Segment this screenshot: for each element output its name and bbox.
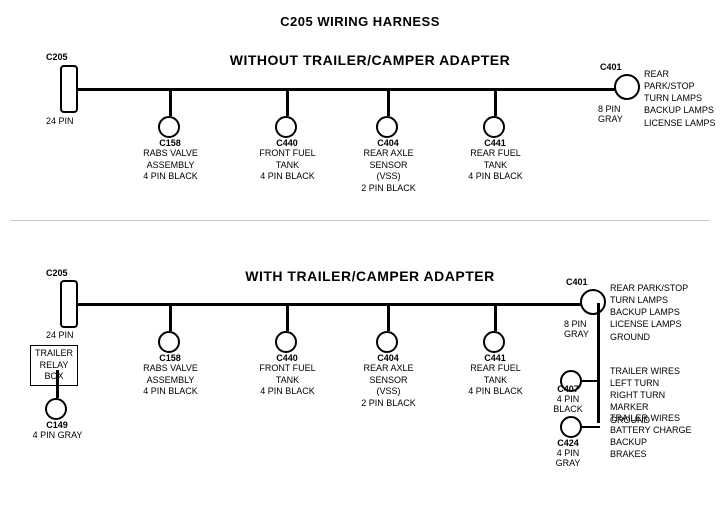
section2-label: WITH TRAILER/CAMPER ADAPTER [100,268,640,284]
c441-desc-s2: REAR FUELTANK4 PIN BLACK [463,363,528,398]
vline-c440-s2 [286,303,289,331]
vline-right-branch [597,303,600,423]
c401-circle-s2 [580,289,606,315]
c205-label-s1: C205 [46,52,68,63]
c149-pin: 4 PIN GRAY [25,430,90,441]
c401-desc-s2: REAR PARK/STOPTURN LAMPSBACKUP LAMPSLICE… [610,282,688,343]
vline-c440-s1 [286,88,289,116]
vline-c158-s1 [169,88,172,116]
c205-rect-s1 [60,65,78,113]
c205-pin-s1: 24 PIN [46,116,74,127]
c149-circle [45,398,67,420]
c404-circle-s2 [376,331,398,353]
c424-color: GRAY [544,458,592,469]
c205-pin-s2: 24 PIN [46,330,74,341]
c205-label-s2: C205 [46,268,68,279]
c401-color-s2: GRAY [564,329,589,340]
c424-desc: TRAILER WIRESBATTERY CHARGEBACKUPBRAKES [610,412,692,461]
page-title: C205 WIRING HARNESS [0,6,720,29]
c401-label-s2: C401 [566,277,588,288]
vline-c404-s2 [387,303,390,331]
divider [10,220,710,221]
vline-c441-s2 [494,303,497,331]
c158-circle-s2 [158,331,180,353]
c404-desc-s1: REAR AXLESENSOR(VSS)2 PIN BLACK [356,148,421,195]
vline-c441-s1 [494,88,497,116]
hline-s1 [78,88,633,91]
c158-desc-s1: RABS VALVEASSEMBLY4 PIN BLACK [138,148,203,183]
c441-desc-s1: REAR FUELTANK4 PIN BLACK [463,148,528,183]
c407-color: BLACK [544,404,592,415]
c205-rect-s2 [60,280,78,328]
c158-circle-s1 [158,116,180,138]
c158-desc-s2: RABS VALVEASSEMBLY4 PIN BLACK [138,363,203,398]
trailer-relay-box: TRAILERRELAYBOX [30,345,78,386]
c404-circle-s1 [376,116,398,138]
c401-color-s1: GRAY [598,114,623,125]
diagram-container: C205 WIRING HARNESS WITHOUT TRAILER/CAMP… [0,0,720,497]
hline-s2 [78,303,598,306]
hline-c424 [580,426,600,428]
vline-c149 [56,370,59,398]
c424-circle [560,416,582,438]
c441-circle-s1 [483,116,505,138]
section1-label: WITHOUT TRAILER/CAMPER ADAPTER [100,52,640,68]
c440-desc-s1: FRONT FUELTANK4 PIN BLACK [255,148,320,183]
c440-circle-s1 [275,116,297,138]
c401-circle-s1 [614,74,640,100]
c440-desc-s2: FRONT FUELTANK4 PIN BLACK [255,363,320,398]
c441-circle-s2 [483,331,505,353]
c440-circle-s2 [275,331,297,353]
c401-label-s1: C401 [600,62,622,73]
hline-c407 [580,380,600,382]
c401-desc-s1: REAR PARK/STOPTURN LAMPSBACKUP LAMPSLICE… [644,68,720,129]
vline-c404-s1 [387,88,390,116]
vline-c158-s2 [169,303,172,331]
c404-desc-s2: REAR AXLESENSOR(VSS)2 PIN BLACK [356,363,421,410]
